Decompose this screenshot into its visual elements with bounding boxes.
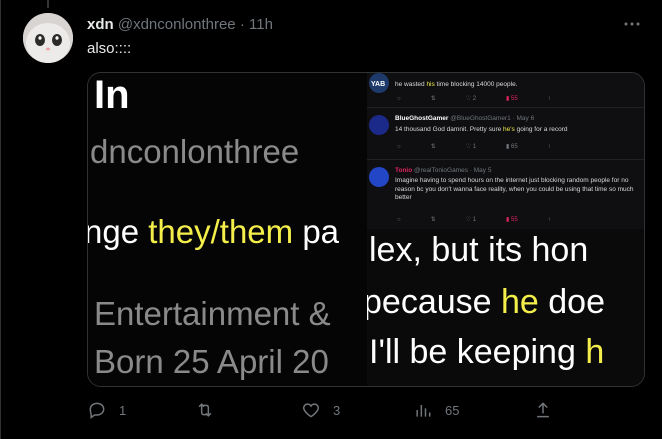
display-name[interactable]: xdn: [87, 16, 114, 33]
views-icon: ▮ 55: [506, 217, 518, 223]
views-icon: [416, 405, 431, 417]
bio-line-1: lex, but its hon: [369, 231, 589, 269]
like-icon: ♡ 1: [465, 144, 477, 150]
embedded-tweets-screenshot: YAB he wasted his time blocking 14000 pe…: [367, 73, 644, 229]
tweet-media-image[interactable]: In dnconlonthree nge they/them pa Entert…: [87, 72, 645, 387]
like-button[interactable]: 3: [301, 398, 340, 422]
handle[interactable]: @xdnconlonthree: [118, 16, 236, 33]
like-icon: ♡ 2: [465, 96, 477, 102]
share-icon: ↑: [547, 96, 551, 102]
tweet[interactable]: xdn @xdnconlonthree · 11h also:::: In dn…: [0, 0, 662, 439]
pronouns-prefix: nge: [88, 213, 149, 250]
more-icon[interactable]: [622, 16, 642, 32]
embedded-tweet: BlueGhostGamer @BlueGhostGamer1 · May 6 …: [367, 109, 644, 160]
embedded-avatar: [369, 167, 389, 187]
timestamp[interactable]: 11h: [249, 16, 273, 33]
profile-birthday-line: Born 25 April 20: [94, 343, 329, 380]
retweet-icon: ⇅: [430, 217, 436, 223]
embedded-tweet-text: he wasted his time blocking 14000 people…: [395, 81, 518, 88]
thread-connector: [47, 0, 49, 8]
tweet-text: also::::: [87, 40, 132, 57]
retweet-icon: [198, 403, 212, 417]
views-icon: ▮ 65: [506, 144, 518, 150]
cat-avatar-image: [23, 13, 73, 63]
reply-icon: ○: [397, 217, 401, 223]
embedded-tweet-author: BlueGhostGamer @BlueGhostGamer1 · May 6: [395, 115, 535, 122]
embedded-tweet: Tonio @realTonioGames · May 5 Imagine ha…: [367, 161, 644, 229]
separator: ·: [239, 16, 245, 33]
retweet-icon: ⇅: [430, 96, 436, 102]
profile-category-line: Entertainment &: [94, 295, 331, 332]
reply-button[interactable]: 1: [87, 398, 126, 422]
embedded-avatar: [369, 115, 389, 135]
svg-text:YAB: YAB: [371, 81, 385, 88]
like-icon: [302, 403, 320, 418]
embedded-avatar: YAB: [369, 73, 389, 93]
like-icon: ♡ 1: [465, 217, 477, 223]
views-count: 65: [445, 402, 460, 418]
embedded-actions: ○ ⇅ ♡ 1 ▮ 65 ↑: [397, 143, 581, 150]
embedded-actions: ○ ⇅ ♡ 1 ▮ 55 ↑: [397, 216, 581, 223]
profile-name-fragment: In: [94, 73, 130, 117]
retweet-button[interactable]: [195, 398, 227, 422]
embedded-tweet-text: 14 thousand God damnit. Pretty sure he's…: [395, 126, 568, 133]
tweet-header: xdn @xdnconlonthree · 11h: [87, 15, 273, 35]
share-button[interactable]: [533, 398, 553, 422]
profile-handle-fragment: dnconlonthree: [90, 133, 300, 170]
reply-count: 1: [119, 402, 127, 418]
bio-screenshot: lex, but its hon pecause he doe I'll be …: [367, 229, 644, 386]
tweet-actions: 1 3 65: [87, 398, 557, 422]
share-icon: [537, 402, 549, 418]
pronouns-suffix: pa: [293, 213, 340, 250]
views-icon: ▮ 55: [506, 96, 518, 102]
reply-icon: ○: [397, 96, 401, 102]
share-icon: ↑: [547, 144, 551, 150]
avatar[interactable]: [23, 13, 73, 63]
like-count: 3: [333, 402, 341, 418]
bio-line-3: I'll be keeping h: [369, 333, 605, 371]
embedded-tweet: YAB he wasted his time blocking 14000 pe…: [367, 73, 644, 108]
reply-icon: ○: [397, 144, 401, 150]
profile-screenshot: In dnconlonthree nge they/them pa Entert…: [88, 73, 368, 386]
retweet-icon: ⇅: [430, 144, 436, 150]
views-button[interactable]: 65: [413, 398, 459, 422]
reply-icon: [89, 402, 105, 419]
embedded-tweet-author: Tonio @realTonioGames · May 5: [395, 167, 492, 174]
embedded-tweet-text: Imagine having to spend hours on the int…: [395, 177, 634, 201]
embedded-actions: ○ ⇅ ♡ 2 ▮ 55 ↑: [397, 95, 581, 102]
share-icon: ↑: [547, 217, 551, 223]
pronouns-highlight: they/them: [148, 213, 294, 250]
bio-line-2: pecause he doe: [367, 283, 606, 321]
profile-pronouns-line: nge they/them pa: [88, 213, 339, 251]
